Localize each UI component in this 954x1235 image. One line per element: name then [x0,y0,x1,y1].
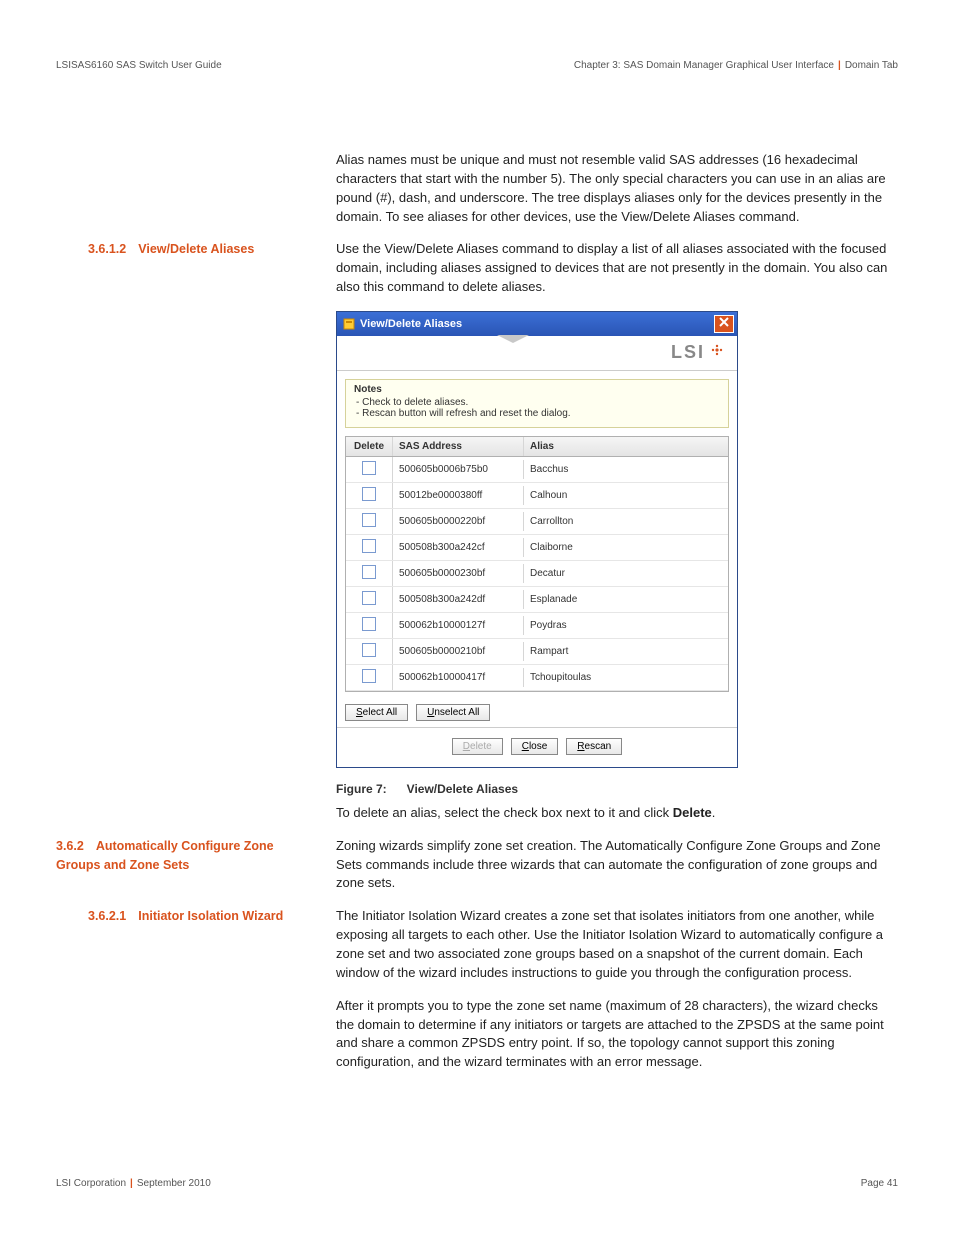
sas-address-cell: 500605b0006b75b0 [393,460,524,479]
table-row: 50012be0000380ffCalhoun [346,483,728,509]
view-delete-aliases-dialog: View/Delete Aliases LSI [336,311,738,768]
close-button[interactable] [714,315,734,333]
view-delete-aliases-paragraph: Use the View/Delete Aliases command to d… [336,240,898,297]
footer-left: LSI Corporation|September 2010 [56,1178,211,1189]
selection-buttons: Select All Unselect All [337,698,737,727]
heading-3-6-2: 3.6.2Automatically Configure Zone Groups… [56,837,318,875]
delete-checkbox[interactable] [362,487,376,501]
table-row: 500605b0000220bfCarrollton [346,509,728,535]
delete-checkbox[interactable] [362,617,376,631]
heading-3-6-1-2: 3.6.1.2View/Delete Aliases [56,240,318,259]
col-alias: Alias [524,437,728,456]
notes-title: Notes [354,384,720,395]
notes-line-1: - Check to delete aliases. [356,397,720,408]
notes-box: Notes - Check to delete aliases. - Resca… [345,379,729,428]
initiator-wizard-para-2: After it prompts you to type the zone se… [336,997,898,1072]
figure-caption: Figure 7:View/Delete Aliases [336,782,898,796]
alias-cell: Bacchus [524,460,728,479]
action-buttons: Delete Close Rescan [337,727,737,767]
dialog-titlebar: View/Delete Aliases [337,312,737,336]
lsi-logo: LSI [671,342,725,363]
delete-button[interactable]: Delete [452,738,503,755]
notes-line-2: - Rescan button will refresh and reset t… [356,408,720,419]
alias-cell: Esplanade [524,590,728,609]
sas-address-cell: 500605b0000210bf [393,642,524,661]
table-row: 500508b300a242dfEsplanade [346,587,728,613]
auto-configure-paragraph: Zoning wizards simplify zone set creatio… [336,837,898,894]
sas-address-cell: 500605b0000220bf [393,512,524,531]
table-row: 500605b0006b75b0Bacchus [346,457,728,483]
window-icon [343,318,355,330]
alias-intro-paragraph: Alias names must be unique and must not … [336,151,898,226]
alias-table: Delete SAS Address Alias 500605b0006b75b… [345,436,729,692]
col-sas: SAS Address [393,437,524,456]
alias-cell: Calhoun [524,486,728,505]
page-header: LSISAS6160 SAS Switch User Guide Chapter… [56,60,898,71]
page-footer: LSI Corporation|September 2010 Page 41 [56,1178,898,1189]
unselect-all-button[interactable]: Unselect All [416,704,490,721]
header-right: Chapter 3: SAS Domain Manager Graphical … [574,60,898,71]
col-delete: Delete [346,437,393,456]
initiator-wizard-para-1: The Initiator Isolation Wizard creates a… [336,907,898,982]
header-left: LSISAS6160 SAS Switch User Guide [56,60,222,71]
heading-3-6-2-1: 3.6.2.1Initiator Isolation Wizard [56,907,318,926]
table-row: 500605b0000210bfRampart [346,639,728,665]
sas-address-cell: 50012be0000380ff [393,486,524,505]
sas-address-cell: 500062b10000417f [393,668,524,687]
table-row: 500062b10000127fPoydras [346,613,728,639]
table-row: 500605b0000230bfDecatur [346,561,728,587]
close-dialog-button[interactable]: Close [511,738,559,755]
delete-checkbox[interactable] [362,539,376,553]
rescan-button[interactable]: Rescan [566,738,622,755]
delete-checkbox[interactable] [362,643,376,657]
dialog-title: View/Delete Aliases [360,318,462,330]
sas-address-cell: 500062b10000127f [393,616,524,635]
delete-instruction: To delete an alias, select the check box… [336,804,898,823]
delete-checkbox[interactable] [362,669,376,683]
alias-cell: Poydras [524,616,728,635]
close-icon [719,317,729,330]
brand-strip: LSI [337,336,737,371]
sas-address-cell: 500508b300a242cf [393,538,524,557]
alias-cell: Decatur [524,564,728,583]
alias-cell: Carrollton [524,512,728,531]
delete-checkbox[interactable] [362,591,376,605]
table-header: Delete SAS Address Alias [346,437,728,457]
lsi-logo-icon [709,342,725,363]
delete-checkbox[interactable] [362,565,376,579]
sas-address-cell: 500508b300a242df [393,590,524,609]
select-all-button[interactable]: Select All [345,704,408,721]
table-row: 500062b10000417fTchoupitoulas [346,665,728,691]
alias-cell: Tchoupitoulas [524,668,728,687]
delete-checkbox[interactable] [362,461,376,475]
alias-cell: Claiborne [524,538,728,557]
alias-cell: Rampart [524,642,728,661]
sas-address-cell: 500605b0000230bf [393,564,524,583]
delete-checkbox[interactable] [362,513,376,527]
footer-right: Page 41 [861,1178,898,1189]
table-row: 500508b300a242cfClaiborne [346,535,728,561]
